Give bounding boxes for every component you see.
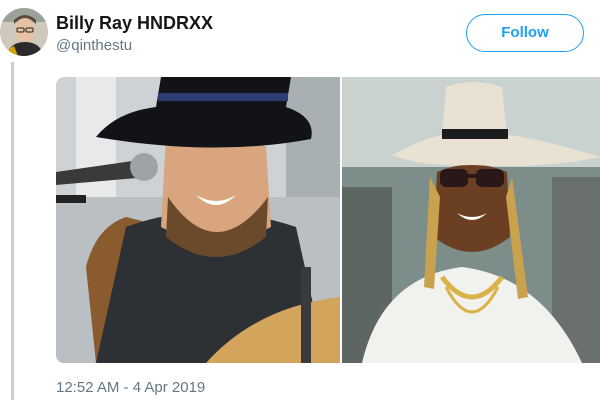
user-handle[interactable]: @qinthestu <box>56 36 213 56</box>
tweet-header: Billy Ray HNDRXX @qinthestu <box>56 12 213 56</box>
thread-line <box>11 62 14 400</box>
photo-man-white-hat-gold-chains-icon <box>342 77 600 363</box>
photo-man-black-hat-microphone-icon <box>56 77 340 363</box>
tweet-media <box>56 77 600 363</box>
tweet-timestamp[interactable]: 12:52 AM - 4 Apr 2019 <box>56 378 205 398</box>
avatar-image <box>0 8 48 56</box>
display-name[interactable]: Billy Ray HNDRXX <box>56 12 213 34</box>
tweet: Billy Ray HNDRXX @qinthestu Follow 12:52… <box>0 0 600 400</box>
photo-left[interactable] <box>56 77 340 363</box>
follow-button[interactable]: Follow <box>466 14 584 52</box>
photo-right[interactable] <box>342 77 600 363</box>
avatar[interactable] <box>0 8 48 56</box>
